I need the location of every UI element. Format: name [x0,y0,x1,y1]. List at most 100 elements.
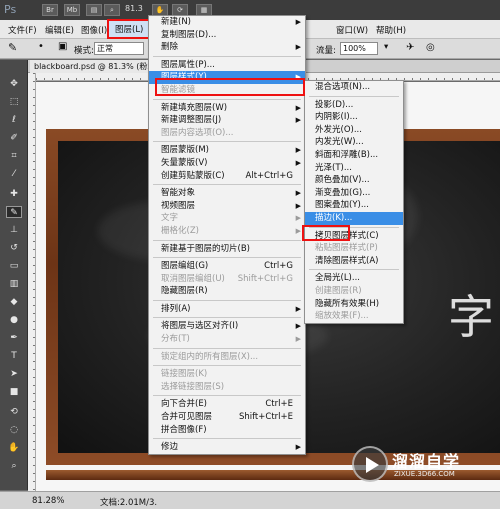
clone-stamp-tool-icon[interactable]: ⊥ [6,224,22,236]
gradient-tool-icon[interactable]: ▥ [6,278,22,290]
submenu-arrow-icon: ▶ [295,322,301,331]
layer-menu-item[interactable]: 复制图层(D)... [149,29,305,42]
brush-size-icon[interactable]: • [38,41,44,52]
eraser-tool-icon[interactable]: ▭ [6,260,22,272]
pen-tool-icon[interactable]: ✒ [6,332,22,344]
bridge-button[interactable]: Br [42,4,58,16]
layer-menu-item-label: 排列(A) [161,303,191,314]
layer-menu-item-label: 取消图层编组(U) [161,273,225,284]
menu-help[interactable]: 帮助(H) [376,24,406,36]
layer-style-menu-item[interactable]: 图案叠加(Y)... [305,199,403,212]
menu-layer[interactable]: 图层(L) [107,19,152,39]
submenu-arrow-icon: ▶ [295,116,301,125]
brush-preset-icon[interactable]: ✎ [8,41,17,54]
blur-tool-icon[interactable]: ◆ [6,296,22,308]
flow-dropdown-icon[interactable]: ▾ [384,42,388,52]
layer-style-menu-item[interactable]: 光泽(T)... [305,162,403,175]
3d-rotate-tool-icon[interactable]: ⟲ [6,406,22,418]
marquee-tool-icon[interactable]: ⬚ [6,96,22,108]
menu-edit[interactable]: 编辑(E) [45,24,74,36]
layer-style-menu-item[interactable]: 全局光(L)... [305,272,403,285]
airbrush-icon[interactable]: ✈ [406,42,414,53]
layer-style-menu-item[interactable]: 投影(D)... [305,99,403,112]
layer-style-menu-item-label: 隐藏所有效果(H) [315,298,380,309]
layer-style-menu-item[interactable]: 描边(K)... [305,211,403,225]
layer-menu-item[interactable]: 向下合并(E) Ctrl+E [149,398,305,411]
layer-menu-item-label: 新建(N) [161,17,191,27]
layer-style-menu-item[interactable]: 拷贝图层样式(C) [305,230,403,243]
layer-menu-item[interactable]: 创建剪贴蒙版(C) Alt+Ctrl+G [149,170,305,183]
layer-menu-item: 文字 ▶ [149,212,305,225]
hand-tool-icon[interactable]: ✋ [6,442,22,454]
layer-menu-item[interactable]: 排列(A) ▶ [149,303,305,316]
layer-menu-item[interactable]: 新建(N) ▶ [149,16,305,29]
chalk-text: 字 [448,290,494,344]
menu-separator [153,347,301,349]
layer-menu-item[interactable]: 图层蒙版(M) ▶ [149,144,305,157]
layer-style-menu-item-label: 渐变叠加(G)... [315,187,371,198]
zoom-level-dropdown[interactable]: 81.3 [125,4,143,13]
layer-menu-item[interactable]: 新建填充图层(W) ▶ [149,102,305,115]
zoom-tool-icon[interactable]: ⌕ [6,460,22,472]
menu-image[interactable]: 图像(I) [81,24,107,36]
layer-style-menu-item: 缩放效果(F)... [305,310,403,323]
view-extras-icon[interactable]: ▤ [86,4,102,16]
layer-style-menu-item[interactable]: 内发光(W)... [305,136,403,149]
flow-input[interactable]: 100% [340,42,378,55]
layer-menu-item[interactable]: 拼合图像(F) [149,424,305,437]
layer-menu-item[interactable]: 视频图层 ▶ [149,200,305,213]
status-zoom[interactable]: 81.28% [32,496,64,506]
watermark-url: ZIXUE.3D66.COM [394,470,455,478]
zoom-tool-icon[interactable]: ⌕ [104,4,120,16]
3d-orbit-tool-icon[interactable]: ◌ [6,424,22,436]
layer-menu-item[interactable]: 合并可见图层 Shift+Ctrl+E [149,411,305,424]
layer-menu-item[interactable]: 图层编组(G) Ctrl+G [149,260,305,273]
layer-style-menu-item[interactable]: 颜色叠加(V)... [305,174,403,187]
minibridge-button[interactable]: Mb [64,4,80,16]
brush-tool-icon[interactable]: ✎ [6,206,22,218]
lasso-tool-icon[interactable]: ℓ [6,114,22,126]
menu-window[interactable]: 窗口(W) [336,24,368,36]
watermark-title: 溜溜自学 [392,452,461,471]
layer-menu-item[interactable]: 图层属性(P)... [149,59,305,72]
layer-style-menu-item[interactable]: 斜面和浮雕(B)... [305,149,403,162]
layer-style-menu-item[interactable]: 渐变叠加(G)... [305,187,403,200]
menu-separator [153,317,301,319]
menu-separator [153,438,301,440]
layer-menu-item[interactable]: 新建调整图层(J) ▶ [149,114,305,127]
crop-tool-icon[interactable]: ⌗ [6,150,22,162]
submenu-arrow-icon: ▶ [295,304,301,313]
layer-menu-item-shortcut: Ctrl+G [264,261,293,272]
eyedropper-tool-icon[interactable]: ⁄ [6,168,22,180]
mode-select[interactable]: 正常 [94,42,144,55]
submenu-arrow-icon: ▶ [295,146,301,155]
type-tool-icon[interactable]: T [6,350,22,362]
layer-menu-item[interactable]: 删除 ▶ [149,41,305,54]
history-brush-tool-icon[interactable]: ↺ [6,242,22,254]
layer-style-menu-item[interactable]: 隐藏所有效果(H) [305,298,403,311]
healing-brush-tool-icon[interactable]: ✚ [6,188,22,200]
layer-menu-item[interactable]: 将图层与选区对齐(I) ▶ [149,320,305,333]
move-tool-icon[interactable]: ✥ [6,78,22,90]
layer-menu-item[interactable]: 矢量蒙版(V) ▶ [149,157,305,170]
path-select-tool-icon[interactable]: ➤ [6,368,22,380]
layer-menu-item-label: 创建剪贴蒙版(C) [161,170,225,181]
layer-menu-item[interactable]: 隐藏图层(R) [149,285,305,298]
layer-style-menu-item[interactable]: 清除图层样式(A) [305,255,403,268]
layer-style-menu-item-label: 颜色叠加(V)... [315,175,370,186]
layer-style-menu-item[interactable]: 混合选项(N)... [305,81,403,94]
tablet-pressure-icon[interactable]: ◎ [426,42,435,53]
dodge-tool-icon[interactable]: ● [6,314,22,326]
layer-menu-item[interactable]: 新建基于图层的切片(B) [149,243,305,256]
brush-panel-icon[interactable]: ▣ [58,41,67,52]
layer-menu-item[interactable]: 智能对象 ▶ [149,187,305,200]
layer-style-menu-item[interactable]: 外发光(O)... [305,124,403,137]
submenu-arrow-icon: ▶ [295,226,301,235]
flow-label: 流量: [316,46,336,56]
layer-menu-item[interactable]: 修边 ▶ [149,441,305,454]
menu-file[interactable]: 文件(F) [8,24,37,36]
layer-style-menu-item[interactable]: 内阴影(I)... [305,111,403,124]
shape-tool-icon[interactable]: ■ [6,386,22,398]
layer-menu-item[interactable]: 图层样式(Y) ▶ [149,71,305,84]
quick-select-tool-icon[interactable]: ✐ [6,132,22,144]
